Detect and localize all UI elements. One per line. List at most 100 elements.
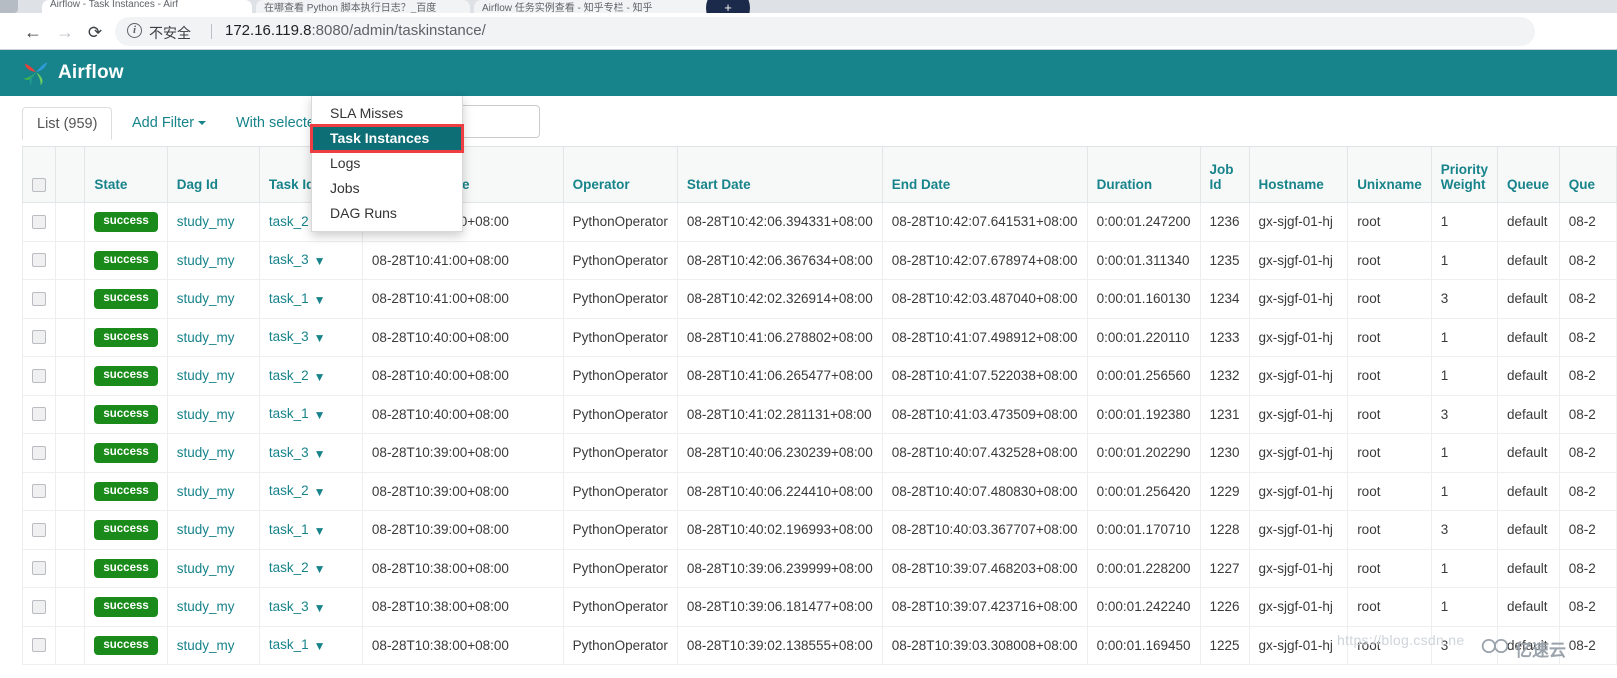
table-row[interactable]: success study_my task_2 ▼ 08-28T10:38:00+08:… — [22, 548, 1617, 588]
row-checkbox[interactable] — [32, 638, 46, 653]
cell-task-id[interactable]: task_1 ▼ — [258, 625, 363, 665]
filter-funnel-icon[interactable]: ▼ — [314, 485, 326, 499]
cell-task-id[interactable]: task_3 ▼ — [258, 240, 363, 280]
cell-dag-id[interactable]: study_my — [166, 240, 260, 280]
row-select-cell[interactable] — [22, 510, 56, 550]
column-state[interactable]: State — [84, 146, 168, 203]
cell-task-id[interactable]: task_3 ▼ — [258, 317, 363, 357]
cell-dag-id[interactable]: study_my — [166, 548, 260, 588]
column-select-all[interactable] — [22, 146, 56, 203]
row-actions-cell[interactable] — [54, 317, 86, 357]
cell-dag-id[interactable]: study_my — [166, 510, 260, 550]
browser-tab[interactable]: 在哪查看 Python 脚本执行日志？_百度 — [256, 0, 470, 14]
cell-dag-id[interactable]: study_my — [166, 587, 260, 627]
row-checkbox[interactable] — [32, 522, 46, 537]
column-queue[interactable]: Queue — [1496, 146, 1560, 203]
cell-dag-id[interactable]: study_my — [166, 202, 260, 242]
filter-funnel-icon[interactable]: ▼ — [314, 601, 326, 615]
menu-item-dag-runs[interactable]: DAG Runs — [312, 201, 462, 226]
row-actions-cell[interactable] — [54, 587, 86, 627]
table-row[interactable]: successstudy_mytask_2▼08-28T10:41:00+08:… — [22, 202, 1617, 242]
row-checkbox[interactable] — [32, 484, 46, 499]
cell-dag-id[interactable]: study_my — [166, 317, 260, 357]
column-operator[interactable]: Operator — [562, 146, 678, 203]
filter-funnel-icon[interactable]: ▼ — [314, 639, 326, 653]
menu-item-jobs[interactable]: Jobs — [312, 176, 462, 201]
row-checkbox[interactable] — [32, 214, 46, 229]
row-checkbox[interactable] — [32, 407, 46, 422]
column-duration[interactable]: Duration — [1086, 146, 1201, 203]
cell-dag-id[interactable]: study_my — [166, 279, 260, 319]
table-row[interactable]: success study_my task_2 ▼ 08-28T10:39:00+08:… — [22, 471, 1617, 511]
reload-icon[interactable]: ⟳ — [82, 19, 108, 45]
airflow-brand[interactable]: Airflow — [22, 58, 124, 88]
table-row[interactable]: success study_my task_3 ▼ 08-28T10:40:00+08:… — [22, 317, 1617, 357]
filter-funnel-icon[interactable]: ▼ — [314, 370, 326, 384]
row-select-cell[interactable] — [22, 625, 56, 665]
select-all-checkbox[interactable] — [32, 178, 46, 192]
filter-funnel-icon[interactable]: ▼ — [314, 331, 326, 345]
tab-list[interactable]: List (959) — [22, 107, 113, 140]
row-select-cell[interactable] — [22, 548, 56, 588]
row-actions-cell[interactable] — [54, 548, 86, 588]
cell-task-id[interactable]: task_2 ▼ — [258, 471, 363, 511]
info-circle-icon[interactable]: i — [127, 23, 142, 38]
cell-task-id[interactable]: task_2 ▼ — [258, 356, 363, 396]
filter-funnel-icon[interactable]: ▼ — [314, 447, 326, 461]
row-checkbox[interactable] — [32, 561, 46, 576]
row-actions-cell[interactable] — [54, 394, 86, 434]
add-filter-button[interactable]: Add Filter — [118, 107, 220, 140]
row-actions-cell[interactable] — [54, 625, 86, 665]
row-select-cell[interactable] — [22, 587, 56, 627]
column-dag-id[interactable]: Dag Id — [166, 146, 260, 203]
cell-task-id[interactable]: task_1 ▼ — [258, 394, 363, 434]
cell-dag-id[interactable]: study_my — [166, 356, 260, 396]
row-actions-cell[interactable] — [54, 279, 86, 319]
row-select-cell[interactable] — [22, 433, 56, 473]
row-actions-cell[interactable] — [54, 433, 86, 473]
cell-task-id[interactable]: task_3 ▼ — [258, 587, 363, 627]
cell-task-id[interactable]: task_1 ▼ — [258, 279, 363, 319]
row-select-cell[interactable] — [22, 394, 56, 434]
row-actions-cell[interactable] — [54, 240, 86, 280]
row-select-cell[interactable] — [22, 240, 56, 280]
forward-arrow-icon[interactable]: → — [52, 19, 78, 45]
row-select-cell[interactable] — [22, 356, 56, 396]
menu-item-task-instances[interactable]: Task Instances — [310, 124, 464, 153]
column-priority-weight[interactable]: Priority Weight — [1430, 146, 1498, 203]
row-checkbox[interactable] — [32, 291, 46, 306]
filter-funnel-icon[interactable]: ▼ — [314, 524, 326, 538]
row-select-cell[interactable] — [22, 317, 56, 357]
row-select-cell[interactable] — [22, 471, 56, 511]
row-checkbox[interactable] — [32, 599, 46, 614]
cell-task-id[interactable]: task_1 ▼ — [258, 510, 363, 550]
filter-funnel-icon[interactable]: ▼ — [314, 408, 326, 422]
column-queued-dttm[interactable]: Que — [1558, 146, 1617, 203]
cell-task-id[interactable]: task_3 ▼ — [258, 433, 363, 473]
column-job-id[interactable]: Job Id — [1199, 146, 1250, 203]
table-row[interactable]: success study_my task_1 ▼ 08-28T10:38:00+08:… — [22, 625, 1617, 665]
column-start-date[interactable]: Start Date — [676, 146, 883, 203]
row-checkbox[interactable] — [32, 368, 46, 383]
row-actions-cell[interactable] — [54, 510, 86, 550]
column-unixname[interactable]: Unixname — [1347, 146, 1432, 203]
filter-funnel-icon[interactable]: ▼ — [314, 562, 326, 576]
cell-dag-id[interactable]: study_my — [166, 394, 260, 434]
table-row[interactable]: success study_my task_3 ▼ 08-28T10:41:00+08:… — [22, 240, 1617, 280]
browser-tab[interactable]: Airflow 任务实例查看 - 知乎专栏 - 知乎 — [474, 0, 714, 14]
table-row[interactable]: success study_my task_1 ▼ 08-28T10:39:00+08:… — [22, 510, 1617, 550]
cell-dag-id[interactable]: study_my — [166, 471, 260, 511]
table-row[interactable]: success study_my task_3 ▼ 08-28T10:38:00+08:… — [22, 587, 1617, 627]
row-checkbox[interactable] — [32, 330, 46, 345]
row-select-cell[interactable] — [22, 279, 56, 319]
menu-item-sla-misses[interactable]: SLA Misses — [312, 101, 462, 126]
cell-dag-id[interactable]: study_my — [166, 625, 260, 665]
cell-task-id[interactable]: task_2 ▼ — [258, 548, 363, 588]
row-select-cell[interactable] — [22, 202, 56, 242]
table-row[interactable]: success study_my task_2 ▼ 08-28T10:40:00+08:… — [22, 356, 1617, 396]
table-row[interactable]: success study_my task_1 ▼ 08-28T10:40:00+08:… — [22, 394, 1617, 434]
back-arrow-icon[interactable]: ← — [20, 19, 46, 45]
row-actions-cell[interactable] — [54, 471, 86, 511]
table-row[interactable]: success study_my task_3 ▼ 08-28T10:39:00+08:… — [22, 433, 1617, 473]
row-checkbox[interactable] — [32, 253, 46, 268]
